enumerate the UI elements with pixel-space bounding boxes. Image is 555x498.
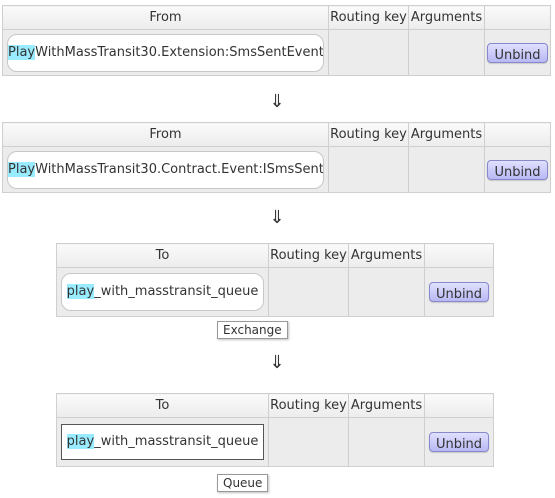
routing-key-cell: [268, 417, 349, 467]
header-to: To: [56, 393, 269, 418]
actions-cell: Unbind: [424, 267, 494, 317]
binding-table-from-contract: From Routing key Arguments PlayWithMassT…: [2, 122, 551, 193]
destination-name-rest: _with_masstransit_queue: [94, 284, 259, 299]
header-arguments: Arguments: [408, 5, 485, 30]
arguments-cell: [348, 267, 425, 317]
header-actions: [424, 393, 494, 418]
header-arguments: Arguments: [348, 393, 425, 418]
header-actions: [424, 243, 494, 268]
search-highlight: Play: [8, 161, 36, 177]
destination-cell: play_with_masstransit_queue: [56, 267, 269, 317]
down-arrow-icon: ⇓: [269, 207, 285, 228]
unbind-button[interactable]: Unbind: [487, 42, 548, 63]
down-arrow-icon: ⇓: [269, 91, 285, 112]
header-actions: [484, 5, 551, 30]
source-exchange-link[interactable]: PlayWithMassTransit30.Contract.Event:ISm…: [7, 150, 324, 189]
header-actions: [484, 122, 551, 147]
exchange-name-rest: WithMassTransit30.Contract.Event:ISmsSen…: [35, 161, 324, 177]
exchange-name-rest: WithMassTransit30.Extension:SmsSentEvent: [35, 44, 324, 60]
source-cell: PlayWithMassTransit30.Contract.Event:ISm…: [2, 146, 329, 193]
actions-cell: Unbind: [484, 29, 551, 76]
binding-table-from-extension: From Routing key Arguments PlayWithMassT…: [2, 5, 551, 76]
destination-exchange-link[interactable]: play_with_masstransit_queue: [61, 273, 264, 311]
routing-key-cell: [268, 267, 349, 317]
destination-queue-link[interactable]: play_with_masstransit_queue: [61, 424, 264, 460]
unbind-button[interactable]: Unbind: [487, 159, 548, 180]
unbind-button[interactable]: Unbind: [428, 282, 490, 302]
header-arguments: Arguments: [408, 122, 485, 147]
binding-table-to-queue: To Routing key Arguments play_with_masst…: [56, 393, 494, 467]
actions-cell: Unbind: [484, 146, 551, 193]
destination-type-queue-label: Queue: [217, 474, 269, 492]
search-highlight: play: [66, 284, 95, 299]
destination-name-rest: _with_masstransit_queue: [94, 434, 259, 449]
header-to: To: [56, 243, 269, 268]
routing-key-cell: [328, 146, 409, 193]
source-cell: PlayWithMassTransit30.Extension:SmsSentE…: [2, 29, 329, 76]
header-routing-key: Routing key: [328, 122, 409, 147]
actions-cell: Unbind: [424, 417, 494, 467]
arguments-cell: [408, 146, 485, 193]
arguments-cell: [408, 29, 485, 76]
down-arrow-icon: ⇓: [269, 352, 285, 373]
header-routing-key: Routing key: [268, 243, 349, 268]
header-routing-key: Routing key: [328, 5, 409, 30]
arguments-cell: [348, 417, 425, 467]
search-highlight: Play: [8, 44, 36, 60]
unbind-button[interactable]: Unbind: [428, 432, 490, 452]
routing-key-cell: [328, 29, 409, 76]
header-routing-key: Routing key: [268, 393, 349, 418]
binding-table-to-exchange: To Routing key Arguments play_with_masst…: [56, 243, 494, 317]
header-from: From: [2, 122, 329, 147]
search-highlight: play: [66, 434, 95, 449]
destination-type-exchange-label: Exchange: [217, 321, 288, 339]
source-exchange-link[interactable]: PlayWithMassTransit30.Extension:SmsSentE…: [7, 33, 324, 72]
destination-cell: play_with_masstransit_queue: [56, 417, 269, 467]
header-arguments: Arguments: [348, 243, 425, 268]
header-from: From: [2, 5, 329, 30]
